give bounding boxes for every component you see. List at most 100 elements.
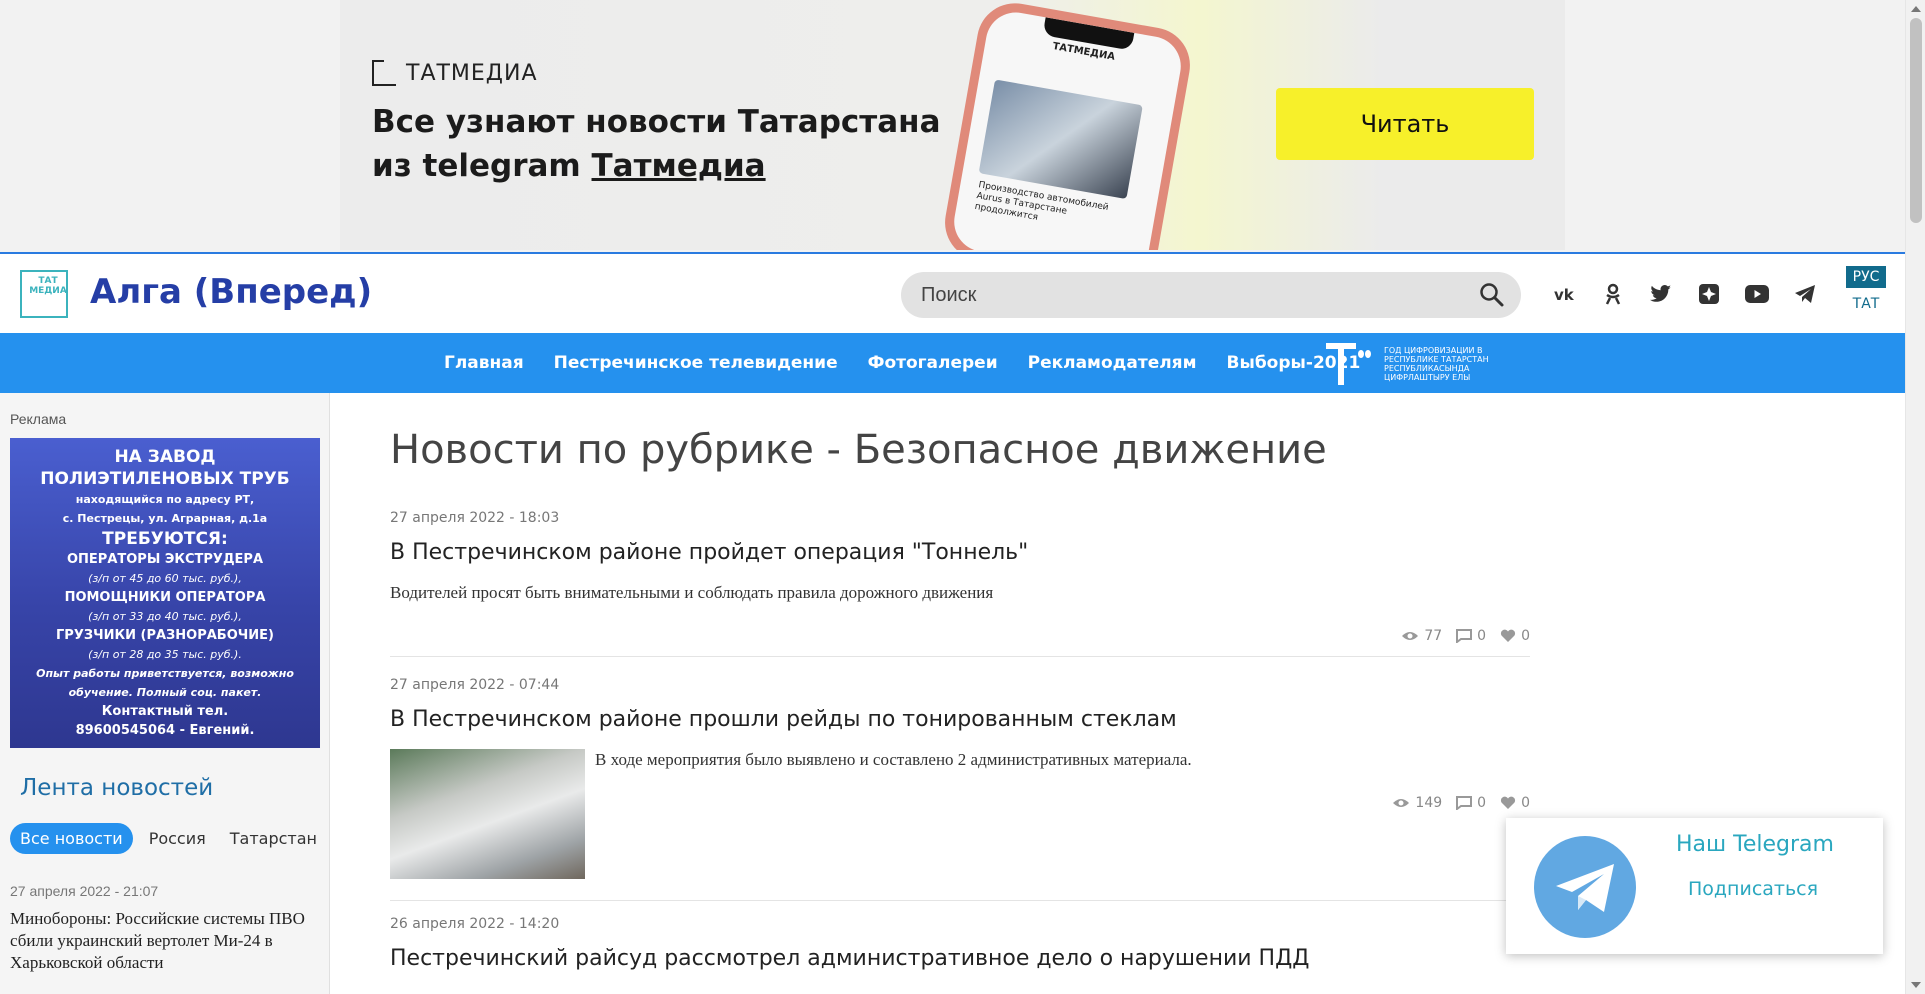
ad-line: 89600545064 - Евгений.	[75, 723, 255, 738]
banner-headline-prefix: из telegram	[372, 148, 592, 184]
ad-line: (з/п от 33 до 40 тыс. руб.),	[88, 610, 242, 623]
nav-menu: Главная Пестречинское телевидение Фотога…	[444, 333, 1390, 393]
page-scrollbar[interactable]	[1905, 0, 1925, 994]
article-item: 27 апреля 2022 - 18:03 В Пестречинском р…	[390, 510, 1530, 644]
article-stats: 149 0 0	[1392, 795, 1530, 811]
scroll-up-arrow-icon[interactable]	[1911, 6, 1921, 12]
heart-icon[interactable]	[1500, 796, 1516, 810]
nav-item-home[interactable]: Главная	[444, 353, 524, 373]
comments-stat: 0	[1456, 795, 1486, 811]
scroll-down-arrow-icon[interactable]	[1911, 982, 1921, 988]
top-banner-area: ТАТМЕДИА Все узнают новости Татарстана и…	[0, 0, 1905, 252]
site-header: ТАТ МЕДИА Алга (Вперед) vk РУС ТАТ	[0, 252, 1905, 333]
ad-line: ГРУЗЧИКИ (РАЗНОРАБОЧИЕ)	[56, 628, 274, 643]
twitter-icon[interactable]	[1646, 282, 1676, 306]
news-feed-tabs: Все новости Россия Татарстан	[10, 823, 325, 854]
telegram-logo-icon	[1534, 836, 1636, 938]
svg-text:vk: vk	[1554, 287, 1575, 301]
ad-line: ПОМОЩНИКИ ОПЕРАТОРА	[64, 590, 266, 605]
article-title[interactable]: В Пестречинском районе прошли рейды по т…	[390, 707, 1530, 732]
nav-item-photos[interactable]: Фотогалереи	[868, 353, 998, 373]
likes-count: 0	[1521, 628, 1530, 644]
page-title: Новости по рубрике - Безопасное движение	[390, 427, 1327, 473]
article-date: 27 апреля 2022 - 07:44	[390, 677, 560, 693]
views-stat: 77	[1401, 628, 1442, 644]
language-switcher: РУС ТАТ	[1846, 266, 1886, 312]
nav-item-advertisers[interactable]: Рекламодателям	[1028, 353, 1197, 373]
odnoklassniki-icon[interactable]	[1598, 282, 1628, 306]
article-divider	[390, 656, 1530, 657]
ad-line: обучение. Полный соц. пакет.	[68, 686, 262, 699]
search-icon[interactable]	[1479, 282, 1505, 308]
lang-rus[interactable]: РУС	[1846, 266, 1886, 288]
t-logo-icon	[1326, 341, 1376, 387]
tatmedia-logo[interactable]: ТАТ МЕДИА	[20, 270, 68, 318]
comments-count: 0	[1477, 795, 1487, 811]
likes-stat[interactable]: 0	[1500, 795, 1530, 811]
ad-line: находящийся по адресу РТ,	[75, 493, 255, 506]
views-count: 77	[1424, 628, 1443, 644]
digitalization-year-logo[interactable]: ГОД ЦИФРОВИЗАЦИИ В РЕСПУБЛИКЕ ТАТАРСТАН …	[1326, 341, 1524, 387]
article-item: 26 апреля 2022 - 14:20 Пестречинский рай…	[390, 916, 1530, 971]
banner-headline-line1: Все узнают новости Татарстана	[372, 104, 941, 140]
ad-line: ПОЛИЭТИЛЕНОВЫХ ТРУБ	[40, 469, 290, 489]
lang-tat[interactable]: ТАТ	[1846, 296, 1886, 312]
comment-icon	[1456, 796, 1473, 810]
read-button[interactable]: Читать	[1276, 88, 1534, 160]
article-date: 26 апреля 2022 - 14:20	[390, 916, 560, 932]
vk-icon[interactable]: vk	[1550, 282, 1580, 306]
feed-item-link[interactable]: Минобороны: Российские системы ПВО сбили…	[10, 908, 310, 974]
ad-banner[interactable]: НА ЗАВОД ПОЛИЭТИЛЕНОВЫХ ТРУБ находящийся…	[10, 438, 320, 748]
tatmedia-telegram-banner[interactable]: ТАТМЕДИА Все узнают новости Татарстана и…	[340, 0, 1565, 250]
site-title[interactable]: Алга (Вперед)	[90, 272, 372, 312]
left-sidebar: Реклама НА ЗАВОД ПОЛИЭТИЛЕНОВЫХ ТРУБ нах…	[0, 393, 330, 994]
comments-stat: 0	[1456, 628, 1486, 644]
comments-count: 0	[1477, 628, 1487, 644]
article-thumbnail[interactable]	[390, 749, 585, 879]
ad-line: Опыт работы приветствуется, возможно	[36, 667, 294, 680]
scrollbar-thumb[interactable]	[1910, 18, 1922, 223]
article-stats: 77 0 0	[1401, 628, 1530, 644]
heart-icon[interactable]	[1500, 629, 1516, 643]
ad-line: Контактный тел.	[101, 704, 229, 719]
article-title[interactable]: Пестречинский райсуд рассмотрел админист…	[390, 946, 1530, 971]
views-stat: 149	[1392, 795, 1442, 811]
article-title[interactable]: В Пестречинском районе пройдет операция …	[390, 540, 1530, 565]
search-box	[901, 272, 1521, 318]
nav-item-tv[interactable]: Пестречинское телевидение	[554, 353, 838, 373]
banner-headline: Все узнают новости Татарстана из telegra…	[372, 100, 941, 188]
eye-icon	[1402, 632, 1419, 640]
article-item: 27 апреля 2022 - 07:44 В Пестречинском р…	[390, 677, 1530, 879]
telegram-popup[interactable]: Наш Telegram Подписаться	[1506, 818, 1883, 954]
tab-russia[interactable]: Россия	[141, 823, 214, 854]
tatmedia-logo-icon	[372, 60, 396, 86]
tab-all-news[interactable]: Все новости	[10, 823, 133, 854]
banner-brand-text: ТАТМЕДИА	[406, 60, 538, 86]
ad-label: Реклама	[10, 411, 67, 427]
article-lead: В ходе мероприятия было выявлено и соста…	[595, 750, 1192, 769]
banner-headline-link: Татмедиа	[591, 148, 766, 184]
phone-news-photo	[978, 79, 1143, 200]
tab-tatarstan[interactable]: Татарстан	[222, 823, 325, 854]
youtube-icon[interactable]	[1742, 282, 1772, 306]
views-count: 149	[1415, 795, 1443, 811]
ad-line: с. Пестрецы, ул. Аграрная, д.1а	[62, 512, 268, 525]
article-divider	[390, 900, 1530, 901]
likes-stat[interactable]: 0	[1500, 628, 1530, 644]
phone-screen: ТАТМЕДИА Производство автомобилей Aurus …	[949, 7, 1186, 250]
yandex-zen-icon[interactable]	[1694, 282, 1724, 306]
telegram-icon[interactable]	[1790, 282, 1820, 306]
ad-line: НА ЗАВОД	[114, 447, 216, 467]
main-nav: Главная Пестречинское телевидение Фотога…	[0, 333, 1905, 393]
year-logo-text: ГОД ЦИФРОВИЗАЦИИ В РЕСПУБЛИКЕ ТАТАРСТАН …	[1384, 346, 1489, 382]
news-feed-title: Лента новостей	[20, 775, 214, 801]
ad-line: (з/п от 45 до 60 тыс. руб.),	[88, 572, 242, 585]
logo-text: ТАТ МЕДИА	[29, 276, 67, 296]
banner-brand: ТАТМЕДИА	[372, 60, 538, 86]
ad-line: ТРЕБУЮТСЯ:	[102, 529, 228, 549]
subscribe-link[interactable]: Подписаться	[1688, 878, 1818, 900]
search-input[interactable]	[921, 272, 1461, 318]
phone-mockup-image: ТАТМЕДИА Производство автомобилей Aurus …	[939, 0, 1196, 250]
feed-item-date: 27 апреля 2022 - 21:07	[10, 883, 159, 899]
telegram-popup-title: Наш Telegram	[1676, 832, 1834, 857]
